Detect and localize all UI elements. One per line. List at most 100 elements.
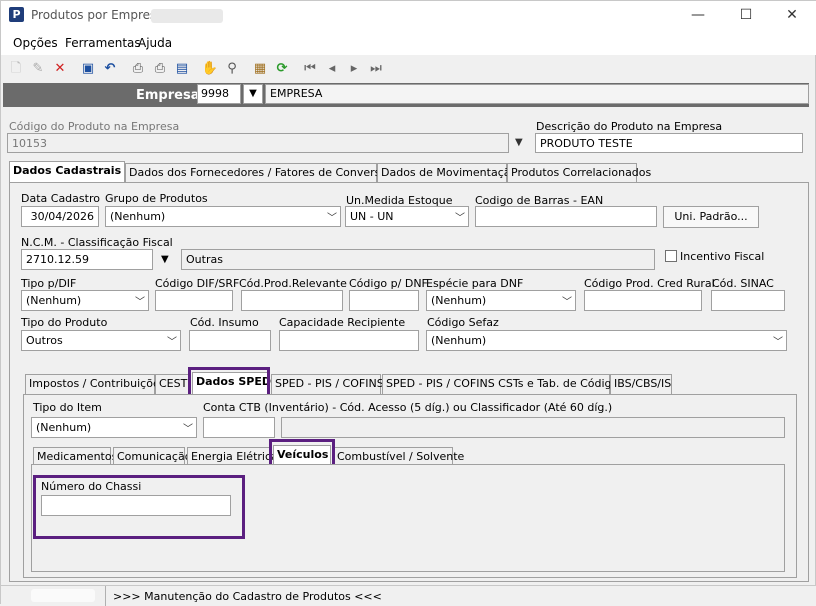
tipo-item-value: (Nenhum) — [36, 421, 92, 434]
first-record-icon[interactable]: ⏮ — [301, 60, 319, 78]
app-logo-icon: P — [9, 7, 24, 22]
undo-icon[interactable]: ↶ — [101, 60, 119, 78]
last-record-icon[interactable]: ⏭ — [367, 60, 385, 78]
cred-rural-label: Código Prod. Cred Rural — [584, 277, 715, 290]
print-preview-icon[interactable]: ⎙ — [151, 60, 169, 78]
title-bar: P Produtos por Empresa — ☐ ✕ — [1, 1, 816, 31]
chevron-down-icon: ﹀ — [455, 213, 465, 224]
cod-dnf-label: Código p/ DNF — [349, 277, 428, 290]
redacted-area — [151, 9, 223, 23]
next-record-icon[interactable]: ▸ — [345, 60, 363, 78]
tipo-item-select[interactable]: (Nenhum) ﹀ — [31, 417, 197, 438]
new-document-icon[interactable]: 🗋 — [7, 60, 25, 78]
sinac-field[interactable] — [711, 290, 785, 311]
toolbar: 🗋 ✎ ✕ ▣ ↶ ⎙ ⎙ ▤ ✋ ⚲ ▦ ⟳ ⏮ ◂ ▸ ⏭ — [1, 57, 816, 81]
descricao-field[interactable]: PRODUTO TESTE — [535, 133, 803, 153]
tipo-dif-select[interactable]: (Nenhum) ﹀ — [21, 290, 149, 311]
main-window: P Produtos por Empresa — ☐ ✕ Opções Ferr… — [0, 0, 816, 606]
cod-dif-label: Código DIF/SRF — [155, 277, 240, 290]
tab-movimentacao[interactable]: Dados de Movimentação — [377, 163, 517, 183]
ncm-field[interactable]: 2710.12.59 — [21, 249, 153, 270]
hand-icon[interactable]: ✋ — [201, 60, 219, 78]
dados-sped-highlight — [188, 367, 270, 397]
tab-sped-csts[interactable]: SPED - PIS / COFINS CSTs e Tab. de Códig… — [382, 374, 624, 394]
empresa-label: Empresa — [136, 88, 200, 103]
chevron-down-icon: ﹀ — [183, 424, 193, 435]
sinac-label: Cód. SINAC — [712, 277, 774, 290]
menu-opcoes[interactable]: Opções — [13, 36, 58, 50]
close-button[interactable]: ✕ — [777, 5, 807, 25]
incentivo-checkbox[interactable] — [665, 250, 677, 262]
conta-ctb-label: Conta CTB (Inventário) - Cód. Acesso (5 … — [203, 401, 613, 414]
redacted-status — [31, 589, 95, 602]
ncm-desc-field: Outras — [181, 249, 655, 270]
tab-dados-cadastrais[interactable]: Dados Cadastrais — [9, 161, 125, 183]
tipo-produto-select[interactable]: Outros ﹀ — [21, 330, 181, 351]
cred-rural-field[interactable] — [584, 290, 702, 311]
cod-relevante-label: Cód.Prod.Relevante — [239, 277, 347, 290]
especie-dnf-label: Espécie para DNF — [426, 277, 524, 290]
tab-sped-pis-cofins[interactable]: SPED - PIS / COFINS — [271, 374, 384, 394]
window-title: Produtos por Empresa — [31, 8, 164, 22]
menu-ferramentas[interactable]: Ferramentas — [65, 36, 141, 50]
status-divider — [105, 586, 106, 606]
cod-dnf-field[interactable] — [349, 290, 419, 311]
unmedida-select[interactable]: UN - UN ﹀ — [345, 206, 469, 227]
cod-relevante-field[interactable] — [241, 290, 343, 311]
data-cadastro-field[interactable]: 30/04/2026 — [21, 206, 99, 227]
empresa-name-field: EMPRESA — [265, 84, 809, 104]
chassi-label: Número do Chassi — [41, 480, 142, 493]
conta-ctb-desc-field — [281, 417, 785, 438]
unmedida-value: UN - UN — [350, 210, 394, 223]
insumo-label: Cód. Insumo — [190, 316, 259, 329]
tab-impostos[interactable]: Impostos / Contribuições — [25, 374, 165, 394]
delete-icon[interactable]: ✕ — [51, 60, 69, 78]
refresh-icon[interactable]: ⟳ — [273, 60, 291, 78]
empresa-dropdown-button[interactable]: ▼ — [243, 84, 263, 104]
minimize-button[interactable]: — — [683, 5, 713, 25]
tab-correlacionados[interactable]: Produtos Correlacionados — [507, 163, 651, 183]
sefaz-label: Código Sefaz — [427, 316, 499, 329]
chevron-down-icon: ﹀ — [562, 297, 572, 308]
ncm-label: N.C.M. - Classificação Fiscal — [21, 236, 173, 249]
ean-field[interactable] — [475, 206, 657, 227]
edit-pencil-icon[interactable]: ✎ — [29, 60, 47, 78]
grupo-value: (Nenhum) — [110, 210, 166, 223]
ncm-dropdown-icon[interactable]: ▼ — [161, 254, 169, 265]
export-icon[interactable]: ▤ — [173, 60, 191, 78]
uni-padrao-button[interactable]: Uni. Padrão... — [663, 206, 759, 228]
chevron-down-icon: ﹀ — [773, 337, 783, 348]
tipo-produto-label: Tipo do Produto — [21, 316, 108, 329]
capacidade-field[interactable] — [279, 330, 419, 351]
codigo-produto-field[interactable]: 10153 — [7, 133, 509, 153]
codigo-produto-label: Código do Produto na Empresa — [9, 120, 180, 133]
chevron-down-icon: ﹀ — [327, 213, 337, 224]
incentivo-label: Incentivo Fiscal — [680, 250, 765, 263]
capacidade-label: Capacidade Recipiente — [279, 316, 406, 329]
maximize-button[interactable]: ☐ — [731, 5, 761, 25]
status-message: >>> Manutenção do Cadastro de Produtos <… — [113, 590, 382, 603]
veiculos-highlight — [269, 439, 335, 467]
search-icon[interactable]: ⚲ — [223, 60, 241, 78]
print-icon[interactable]: ⎙ — [129, 60, 147, 78]
grupo-select[interactable]: (Nenhum) ﹀ — [105, 206, 341, 227]
insumo-field[interactable] — [189, 330, 271, 351]
tab-cest[interactable]: CEST — [155, 374, 191, 394]
cod-dif-field[interactable] — [155, 290, 233, 311]
chevron-down-icon: ﹀ — [167, 337, 177, 348]
especie-dnf-select[interactable]: (Nenhum) ﹀ — [426, 290, 576, 311]
conta-ctb-code-field[interactable] — [203, 417, 275, 438]
properties-icon[interactable]: ▦ — [251, 60, 269, 78]
codigo-dropdown-icon[interactable]: ▼ — [515, 137, 523, 148]
empresa-bar: Empresa 9998 ▼ EMPRESA — [3, 83, 809, 107]
menu-ajuda[interactable]: Ajuda — [138, 36, 172, 50]
menu-bar: Opções Ferramentas Ajuda — [1, 31, 816, 55]
save-icon[interactable]: ▣ — [79, 60, 97, 78]
chassi-field[interactable] — [41, 495, 231, 516]
tab-fornecedores[interactable]: Dados dos Fornecedores / Fatores de Conv… — [125, 163, 394, 183]
tab-ibs-cbs-is[interactable]: IBS/CBS/IS — [610, 374, 672, 394]
empresa-code-field[interactable]: 9998 — [197, 84, 241, 104]
descricao-label: Descrição do Produto na Empresa — [536, 120, 723, 133]
previous-record-icon[interactable]: ◂ — [323, 60, 341, 78]
sefaz-select[interactable]: (Nenhum) ﹀ — [426, 330, 787, 351]
